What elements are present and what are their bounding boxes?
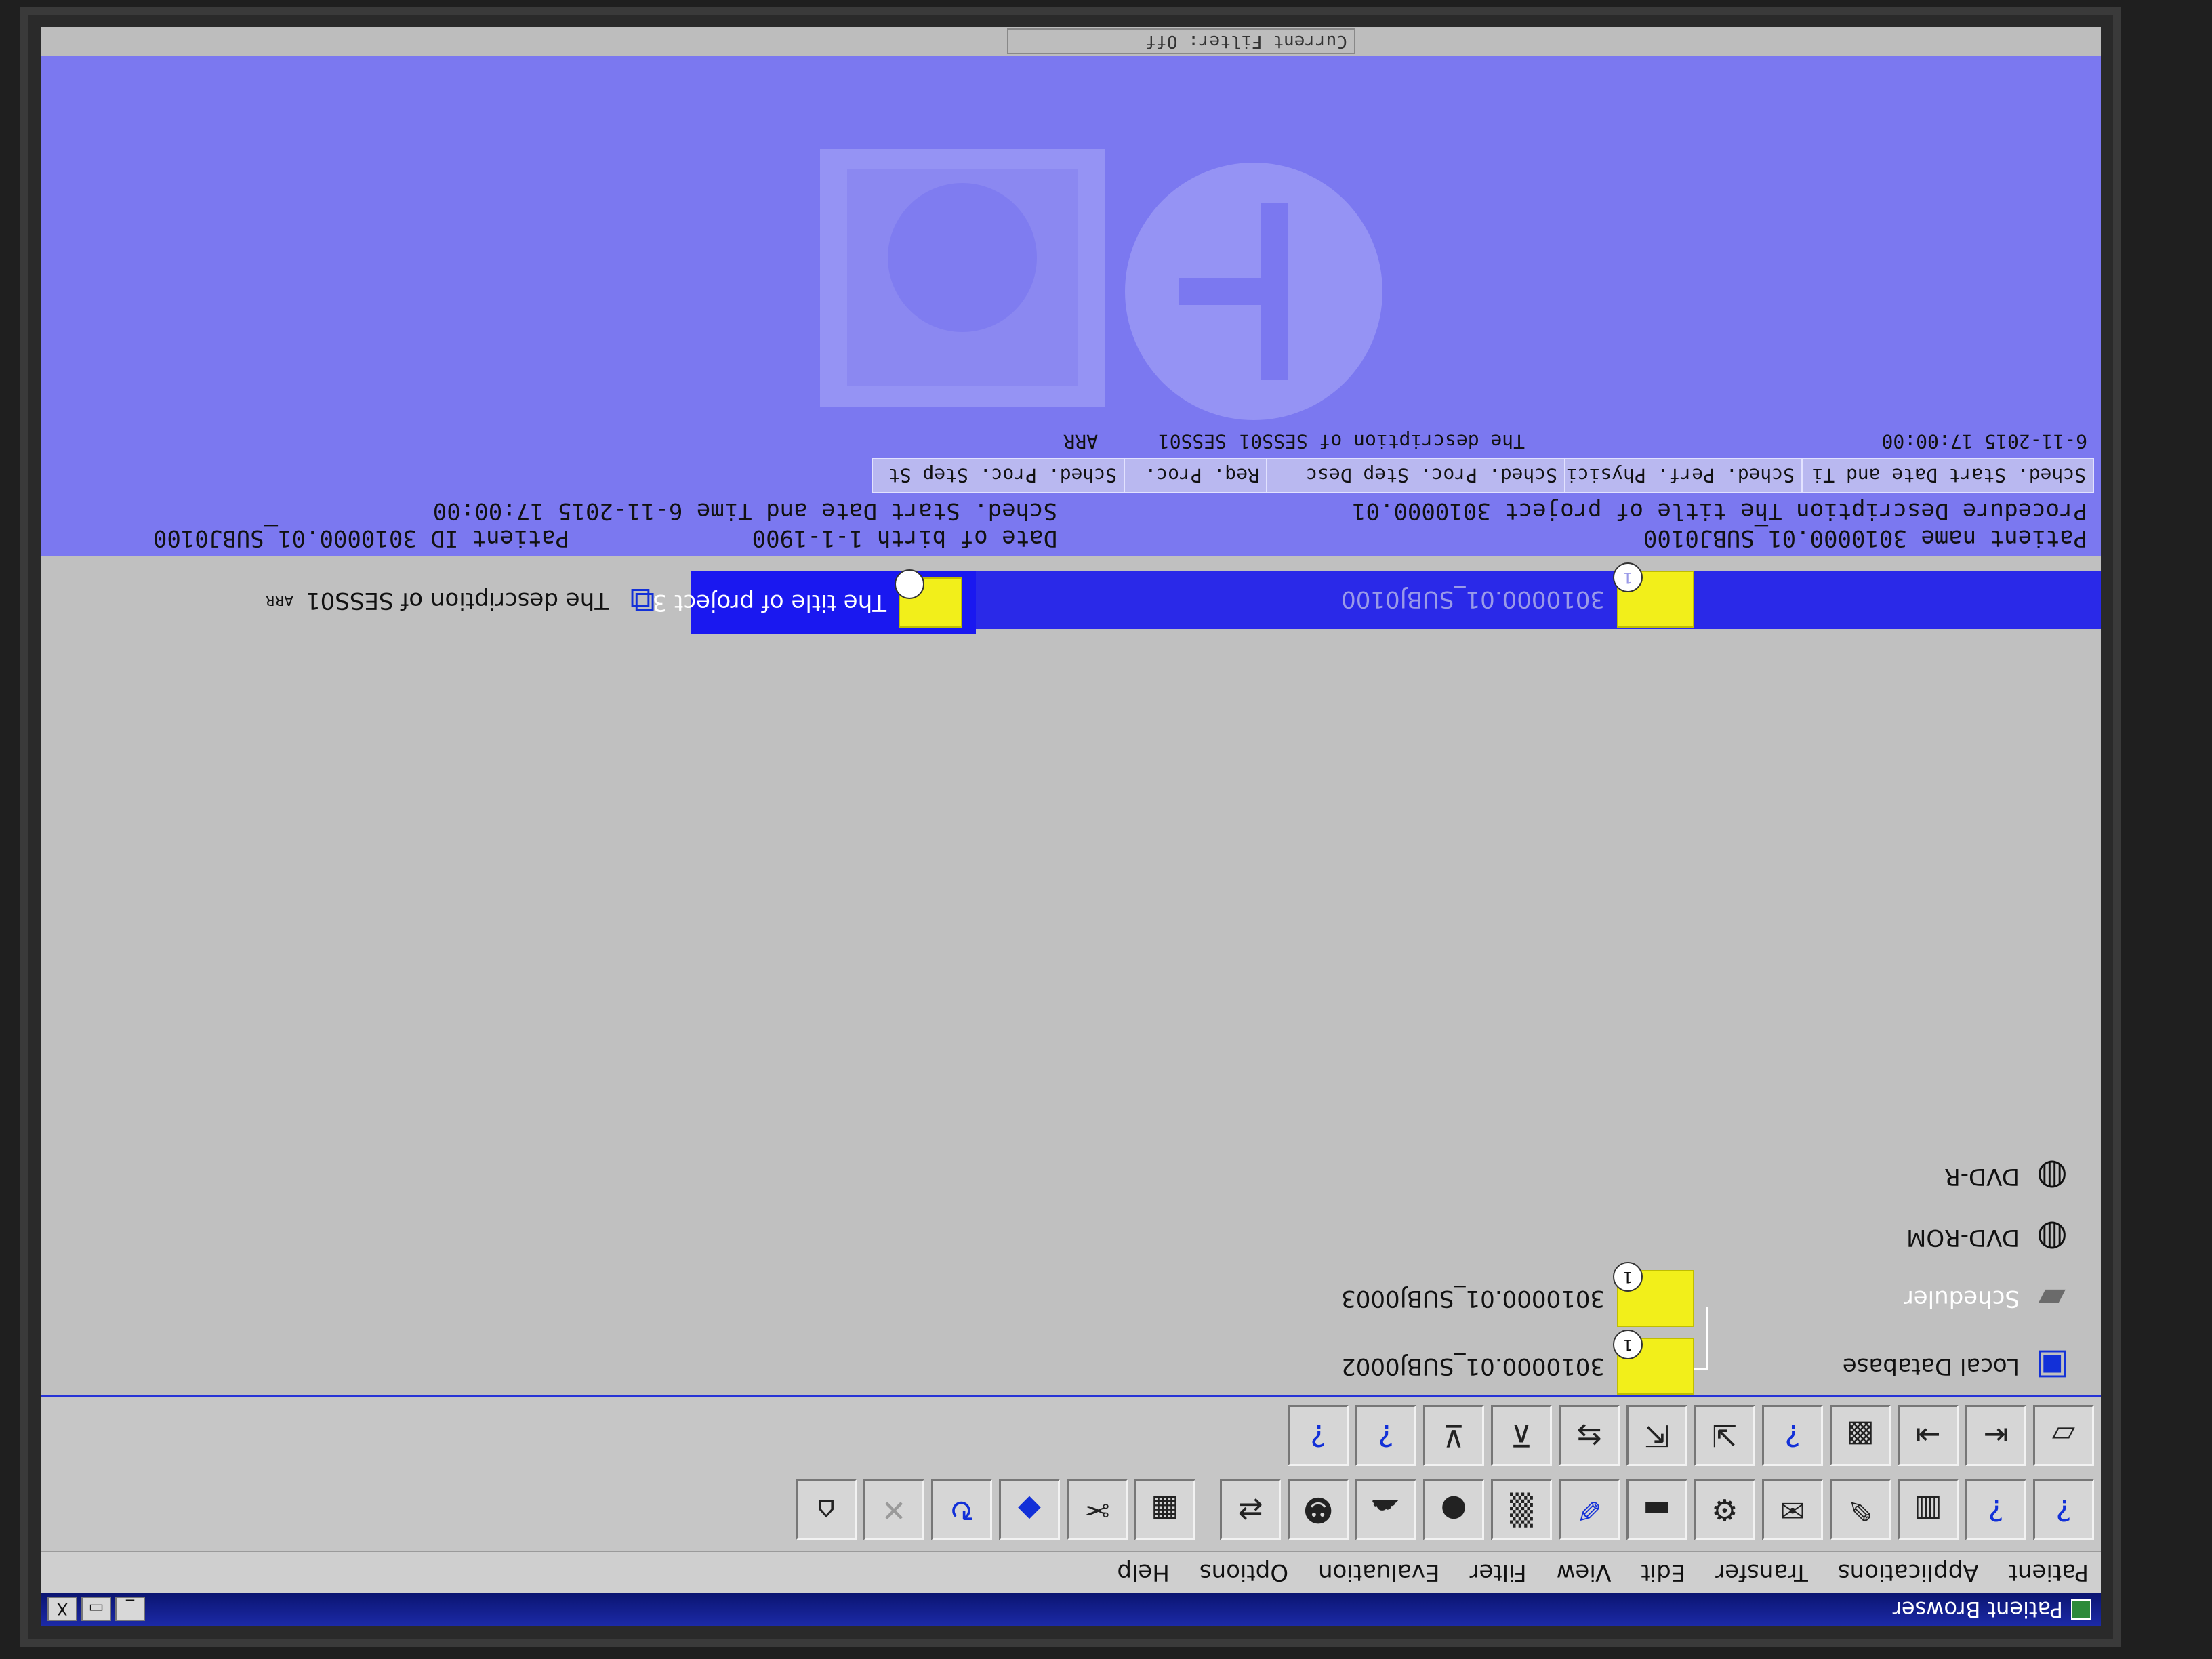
grid-icon[interactable]: ▦ (1134, 1479, 1195, 1540)
tree-item-local-database[interactable]: ▣ Local Database (1843, 1345, 2074, 1388)
head-icon[interactable]: ☻ (1288, 1479, 1349, 1540)
tree-item-patient-subj0100[interactable]: 1 3010000.01_SUBJ0100 (1341, 562, 1694, 628)
tree-item-dvd-r[interactable]: ◍ DVD-R (1944, 1155, 2074, 1198)
flip-icon[interactable]: ◆ (999, 1479, 1060, 1540)
switch-icon[interactable]: ⇄ (1220, 1479, 1281, 1540)
current-filter: Current Filter: Off (1007, 28, 1355, 54)
cell-step-desc[interactable]: The description of SESS01 (1240, 430, 1525, 453)
bar-icon[interactable]: ▬ (1626, 1479, 1687, 1540)
logo-watermark (820, 149, 1382, 420)
column-header-sched-start[interactable]: Sched. Start Date and Ti (1800, 458, 2094, 493)
menu-bar: Patient Applications Transfer Edit View … (41, 1551, 2101, 1593)
window-title: Patient Browser (1892, 1597, 2063, 1622)
circle-icon[interactable]: ● (1423, 1479, 1484, 1540)
study-folder-icon: 1 (895, 569, 962, 628)
maximize-button[interactable]: ▭ (81, 1597, 111, 1621)
tree-item-scheduler[interactable]: ▰ Scheduler (1904, 1277, 2074, 1320)
move-icon[interactable]: ⇱ (1626, 1405, 1687, 1466)
tree-item-series[interactable]: ⧉ The description of SESS01 ARR (266, 579, 664, 622)
archive-icon[interactable]: ⊻ (1423, 1405, 1484, 1466)
help-query-icon[interactable]: ? (2033, 1479, 2094, 1540)
help-query-2-icon[interactable]: ? (1965, 1479, 2026, 1540)
disc-icon: ◍ (2036, 1156, 2068, 1197)
import-icon[interactable]: ⇲ (1694, 1405, 1755, 1466)
cell-sched-start[interactable]: 6-11-2015 17:00:00 (1882, 430, 2087, 453)
scissors-icon[interactable]: ✂ (1067, 1479, 1128, 1540)
menu-options[interactable]: Options (1200, 1559, 1288, 1586)
close-x-icon[interactable]: ✕ (863, 1479, 924, 1540)
window-controls: _ ▭ X (47, 1597, 145, 1621)
transfer-icon[interactable]: ⇆ (1559, 1405, 1620, 1466)
menu-filter[interactable]: Filter (1469, 1559, 1526, 1586)
series-icon: ⧉ (630, 580, 655, 621)
column-header-perf-physician[interactable]: Sched. Perf. Physici (1563, 458, 1803, 493)
tree-item-study[interactable]: 1 The title of project 3 (653, 569, 962, 628)
noise-icon[interactable]: ▒ (1491, 1479, 1552, 1540)
menu-applications[interactable]: Applications (1838, 1559, 1979, 1586)
edit-icon[interactable]: ✎ (1830, 1479, 1891, 1540)
patient-folder-icon: 1 (1613, 1262, 1694, 1327)
procedure-description-line: Procedure Description The title of proje… (1352, 497, 2087, 525)
app-icon (2071, 1599, 2091, 1620)
folder-icon[interactable]: ▱ (2033, 1405, 2094, 1466)
brain-icon[interactable]: ☁ (1355, 1479, 1416, 1540)
menu-evaluation[interactable]: Evaluation (1318, 1559, 1439, 1586)
tree-item-patient-subj0002[interactable]: 1 3010000.01_SUBJ0002 (1341, 1330, 1694, 1395)
database-icon: ▣ (2035, 1346, 2069, 1387)
cut-icon[interactable]: ⊼ (1491, 1405, 1552, 1466)
column-header-req-proc[interactable]: Req. Proc. (1122, 458, 1267, 493)
column-header-step-desc[interactable]: Sched. Proc. Step Desc (1265, 458, 1565, 493)
send-left-icon[interactable]: ⇤ (1965, 1405, 2026, 1466)
minimize-button[interactable]: _ (115, 1597, 145, 1621)
query-node-icon[interactable]: ? (1762, 1405, 1823, 1466)
grid-view-icon[interactable]: ▩ (1830, 1405, 1891, 1466)
menu-patient[interactable]: Patient (2009, 1559, 2089, 1586)
sched-start-line: Sched. Start Date and Time 6-11-2015 17:… (432, 497, 1057, 525)
column-header-step-status[interactable]: Sched. Proc. Step St (872, 458, 1125, 493)
close-button[interactable]: X (47, 1597, 77, 1621)
cell-step-status[interactable]: ARR (1063, 430, 1098, 453)
navigation-tree: ▣ Local Database ▰ Scheduler ◍ DVD-ROM ◍… (41, 388, 2101, 1397)
menu-transfer[interactable]: Transfer (1715, 1559, 1808, 1586)
menu-help[interactable]: Help (1117, 1559, 1170, 1586)
toolbar-secondary: ▱ ⇤ ⇥ ▩ ? ⇲ ⇱ ⇆ ⊼ ⊻ ? ? (1288, 1401, 2101, 1469)
tree-item-dvd-rom[interactable]: ◍ DVD-ROM (1906, 1216, 2074, 1259)
title-bar: Patient Browser _ ▭ X (41, 1593, 2101, 1626)
scheduler-icon: ▰ (2039, 1278, 2066, 1319)
cell-req-proc[interactable]: SESS01 (1158, 430, 1227, 453)
monitor-screen: Patient Browser _ ▭ X Patient Applicatio… (41, 27, 2101, 1626)
export-icon[interactable]: ⇥ (1898, 1405, 1959, 1466)
menu-edit[interactable]: Edit (1641, 1559, 1685, 1586)
patient-browser-window: Patient Browser _ ▭ X Patient Applicatio… (41, 27, 2101, 1626)
filter-status-bar: Current Filter: Off (41, 27, 2101, 56)
refresh-icon[interactable]: ↻ (931, 1479, 992, 1540)
split-view-icon[interactable]: ▥ (1898, 1479, 1959, 1540)
dob-line: Date of birth 1-1-1900 (752, 525, 1057, 552)
list-query-icon[interactable]: ? (1288, 1405, 1349, 1466)
patient-folder-icon: 1 (1613, 1330, 1694, 1395)
menu-view[interactable]: View (1557, 1559, 1612, 1586)
patient-id-line: Patient ID 3010000.01_SUBJ0100 (152, 525, 569, 552)
tree-item-patient-subj0003[interactable]: 1 3010000.01_SUBJ0003 (1341, 1262, 1694, 1327)
send-icon[interactable]: ✉ (1762, 1479, 1823, 1540)
delete-icon[interactable]: ⌂ (796, 1479, 857, 1540)
patient-info-panel: Patient name 3010000.01_SUBJ0100 Date of… (41, 27, 2101, 556)
query-info-icon[interactable]: ? (1355, 1405, 1416, 1466)
toolbar-main: ? ? ▥ ✎ ✉ ⚙ ▬ ✐ ▒ ● ☁ ☻ ⇄ ▦ ✂ ◆ ↻ ✕ ⌂ (796, 1469, 2101, 1551)
tool-icon[interactable]: ⚙ (1694, 1479, 1755, 1540)
patient-name-line: Patient name 3010000.01_SUBJ0100 (1643, 525, 2087, 552)
disc-icon: ◍ (2036, 1217, 2068, 1258)
patient-folder-icon: 1 (1613, 562, 1694, 628)
draw-icon[interactable]: ✐ (1559, 1479, 1620, 1540)
